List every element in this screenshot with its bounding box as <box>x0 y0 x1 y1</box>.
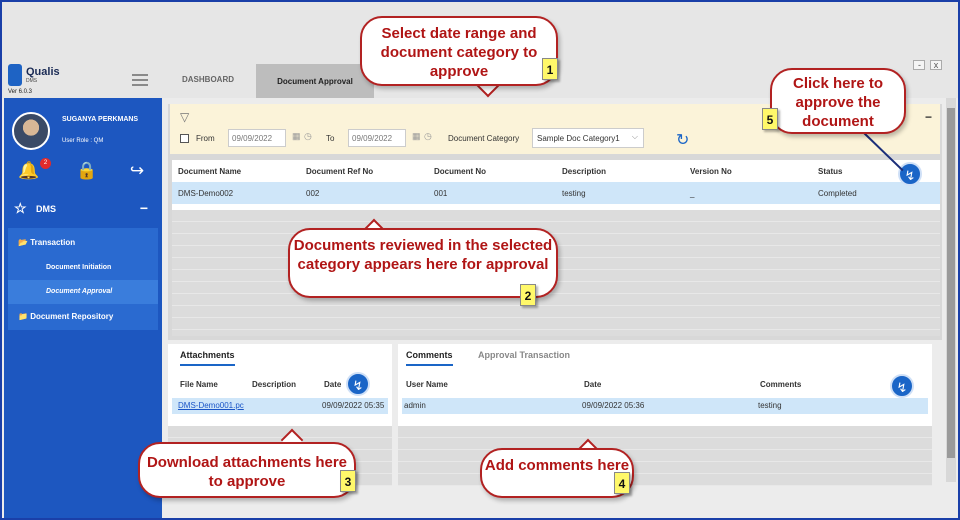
callout-1: Select date range and document category … <box>360 16 558 86</box>
callout-number: 4 <box>614 472 630 494</box>
from-label: From <box>196 134 215 143</box>
tab-approval-transaction[interactable]: Approval Transaction <box>478 350 570 364</box>
table-cell: Completed <box>818 189 857 198</box>
table-row[interactable]: DMS-Demo002 002 001 testing _ Completed <box>172 182 940 204</box>
filter-icon[interactable]: ▽ <box>180 110 189 124</box>
table-cell: 002 <box>306 189 320 198</box>
column-header: Comments <box>760 380 802 389</box>
sidebar-item-document-approval[interactable]: Document Approval <box>8 280 158 304</box>
column-header: Description <box>252 380 297 389</box>
qualis-logo-icon <box>8 64 22 86</box>
scrollbar-thumb[interactable] <box>947 108 955 458</box>
callout-4: Add comments here <box>480 448 634 498</box>
menu-toggle-icon[interactable] <box>132 74 148 86</box>
category-select-value: Sample Doc Category1 <box>537 134 620 143</box>
callout-2: Documents reviewed in the selected categ… <box>288 228 558 298</box>
category-label: Document Category <box>448 134 520 143</box>
close-button[interactable]: x <box>930 60 942 70</box>
sidebar-item-transaction[interactable]: 📂 Transaction <box>18 238 75 247</box>
table-cell: testing <box>562 189 586 198</box>
column-header: Status <box>818 167 843 176</box>
date-range-checkbox[interactable] <box>180 134 189 143</box>
vertical-scrollbar[interactable] <box>946 98 956 482</box>
table-cell: 001 <box>434 189 448 198</box>
screenshot-frame: Qualis DMS Ver 6.0.3 DASHBOARD Document … <box>2 2 958 518</box>
callout-number: 3 <box>340 470 356 492</box>
approve-button[interactable]: ↯ <box>898 162 922 186</box>
comments-panel: Comments Approval Transaction User Name … <box>398 344 932 426</box>
table-cell: _ <box>690 189 695 198</box>
lock-icon[interactable]: 🔒 <box>76 160 98 182</box>
calendar-icon[interactable]: ▦ <box>292 131 301 142</box>
award-icon: ☆ <box>14 200 27 216</box>
attachment-file-link[interactable]: DMS-Demo001.pc <box>178 401 244 410</box>
column-header: User Name <box>406 380 448 389</box>
to-label: To <box>326 134 335 143</box>
clock-icon[interactable]: ◷ <box>304 131 312 142</box>
sidebar: SUGANYA PERKMANS User Role : QM 🔔 2 🔒 ↪ ☆… <box>4 98 162 518</box>
window-controls: - x <box>911 60 942 70</box>
table-row[interactable]: admin 09/09/2022 05:36 testing <box>402 398 928 414</box>
calendar-icon[interactable]: ▦ <box>412 131 421 142</box>
column-header: Date <box>324 380 342 389</box>
panel-collapse-icon[interactable]: − <box>925 110 932 124</box>
table-cell: admin <box>404 401 426 410</box>
column-header: Document Ref No <box>306 167 374 176</box>
callout-number: 2 <box>520 284 536 306</box>
callout-number: 1 <box>542 58 558 80</box>
sidebar-item-label: DMS <box>36 204 56 214</box>
table-cell: DMS-Demo002 <box>178 189 234 198</box>
callout-3: Download attachments here to approve <box>138 442 356 498</box>
attachments-panel: Attachments File Name Description Date ↯… <box>168 344 392 426</box>
to-date-input[interactable]: 09/09/2022 <box>348 129 406 147</box>
column-header: Date <box>584 380 602 389</box>
dms-submenu: 📂 Transaction Document Initiation Docume… <box>8 228 158 330</box>
minimize-button[interactable]: - <box>913 60 926 70</box>
sidebar-item-label: Document Repository <box>30 312 114 321</box>
tab-dashboard[interactable]: DASHBOARD <box>162 64 254 98</box>
sidebar-item-document-initiation[interactable]: Document Initiation <box>46 264 111 271</box>
tab-comments[interactable]: Comments <box>406 350 453 366</box>
callout-5: Click here to approve the document <box>770 68 906 134</box>
documents-grid: Document Name Document Ref No Document N… <box>172 160 940 210</box>
column-header: Version No <box>690 167 732 176</box>
table-cell: 09/09/2022 05:36 <box>582 401 645 410</box>
avatar <box>12 112 50 150</box>
app-sub: DMS <box>26 78 38 84</box>
grid-header: Document Name Document Ref No Document N… <box>172 160 940 182</box>
logout-icon[interactable]: ↪ <box>126 160 148 182</box>
category-select[interactable]: Sample Doc Category1 ⌵ <box>532 128 644 148</box>
comments-empty-area <box>398 426 932 486</box>
user-name: SUGANYA PERKMANS <box>62 116 139 123</box>
clock-icon[interactable]: ◷ <box>424 131 432 142</box>
sidebar-item-document-repository[interactable]: 📁 Document Repository <box>18 312 113 321</box>
table-cell: 09/09/2022 05:35 <box>322 401 385 410</box>
from-date-input[interactable]: 09/09/2022 <box>228 129 286 147</box>
app-version: Ver 6.0.3 <box>8 89 33 95</box>
column-header: Document Name <box>178 167 242 176</box>
column-header: Description <box>562 167 607 176</box>
bell-icon[interactable]: 🔔 2 <box>18 158 51 182</box>
refresh-icon[interactable]: ↻ <box>676 130 689 150</box>
user-role: User Role : QM <box>62 138 104 144</box>
tab-attachments[interactable]: Attachments <box>180 350 235 366</box>
collapse-icon[interactable]: − <box>140 200 148 216</box>
add-comment-button[interactable]: ↯ <box>890 374 914 398</box>
sidebar-item-label: Transaction <box>30 238 76 247</box>
table-row[interactable]: DMS-Demo001.pc 09/09/2022 05:35 <box>172 398 388 414</box>
notification-badge: 2 <box>40 158 51 169</box>
column-header: File Name <box>180 380 218 389</box>
table-cell: testing <box>758 401 782 410</box>
attachment-action-button[interactable]: ↯ <box>346 372 370 396</box>
callout-number: 5 <box>762 108 778 130</box>
chevron-down-icon: ⌵ <box>631 132 638 141</box>
tab-document-approval[interactable]: Document Approval <box>256 64 374 98</box>
app-name: Qualis <box>26 66 60 78</box>
sidebar-icon-row: 🔔 2 🔒 ↪ <box>18 158 158 186</box>
column-header: Document No <box>434 167 486 176</box>
sidebar-item-dms[interactable]: ☆ DMS − <box>6 194 158 224</box>
